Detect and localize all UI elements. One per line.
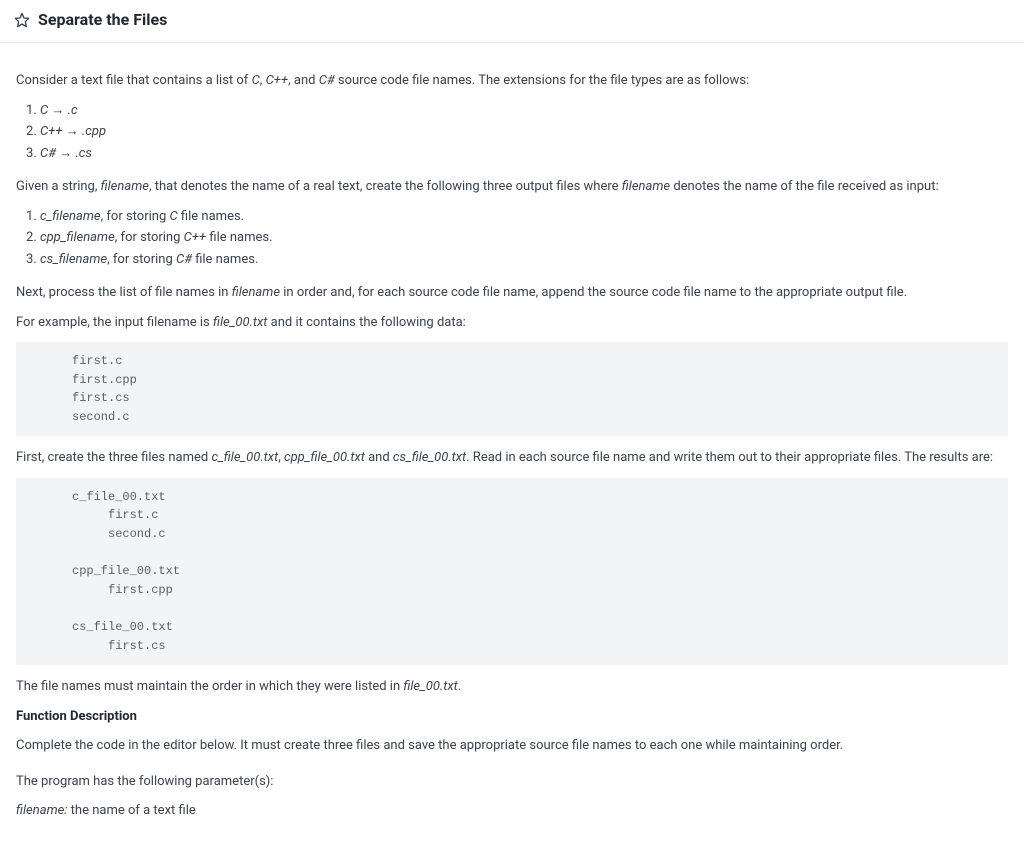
example-intro: For example, the input filename is file_… — [16, 313, 1008, 333]
list-item: C → .c — [40, 101, 1008, 121]
problem-statement: Consider a text file that contains a lis… — [0, 43, 1024, 855]
intro-paragraph: Consider a text file that contains a lis… — [16, 71, 1008, 91]
param-item: filename: the name of a text file — [16, 801, 1008, 821]
output-files-list: c_filename, for storing C file names. cp… — [40, 207, 1008, 270]
page-title: Separate the Files — [38, 8, 167, 32]
create-files-paragraph: First, create the three files named c_fi… — [16, 448, 1008, 468]
order-paragraph: The file names must maintain the order i… — [16, 677, 1008, 697]
code-sample-input: first.c first.cpp first.cs second.c — [16, 342, 1008, 436]
params-intro: The program has the following parameter(… — [16, 772, 1008, 792]
list-item: C# → .cs — [40, 144, 1008, 164]
list-item: c_filename, for storing C file names. — [40, 207, 1008, 227]
star-icon[interactable] — [14, 12, 30, 28]
list-item: cs_filename, for storing C# file names. — [40, 250, 1008, 270]
next-paragraph: Next, process the list of file names in … — [16, 283, 1008, 303]
extension-list: C → .c C++ → .cpp C# → .cs — [40, 101, 1008, 164]
code-sample-output: c_file_00.txt first.c second.c cpp_file_… — [16, 478, 1008, 665]
function-description-body: Complete the code in the editor below. I… — [16, 736, 1008, 756]
function-description-title: Function Description — [16, 707, 1008, 727]
list-item: cpp_filename, for storing C++ file names… — [40, 228, 1008, 248]
page-header: Separate the Files — [0, 0, 1024, 43]
list-item: C++ → .cpp — [40, 122, 1008, 142]
given-paragraph: Given a string, filename, that denotes t… — [16, 177, 1008, 197]
